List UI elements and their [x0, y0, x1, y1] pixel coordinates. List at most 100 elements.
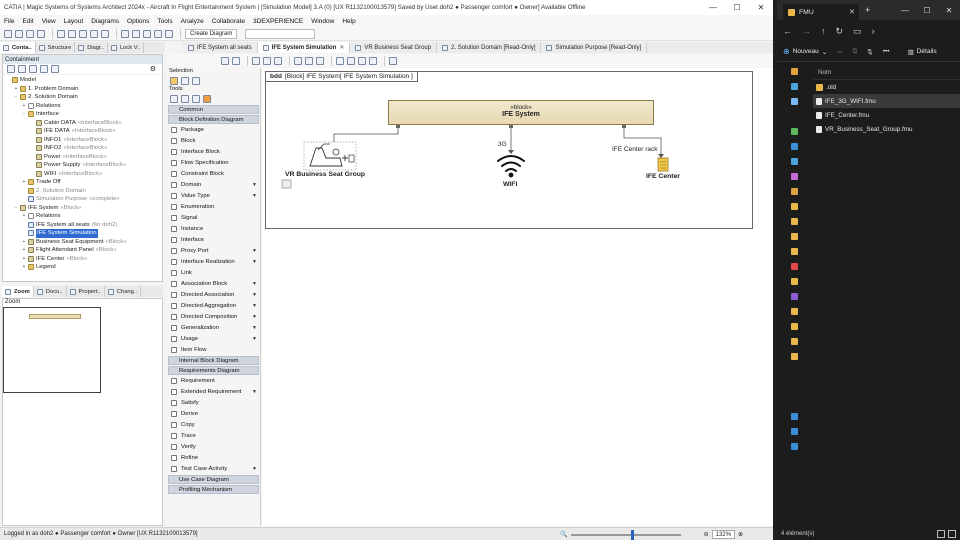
new-element-icon[interactable]: [18, 65, 26, 73]
diagram-tab[interactable]: IFE System Simulation ✕: [257, 42, 351, 53]
tree-node[interactable]: + Relations: [3, 102, 162, 111]
palette-item[interactable]: Generalization ▼: [167, 322, 260, 333]
nav-pane-item[interactable]: [777, 319, 811, 334]
nav-pane-item[interactable]: [777, 79, 811, 94]
close-icon[interactable]: ✕: [749, 0, 773, 15]
package-icon[interactable]: [29, 65, 37, 73]
dropdown-arrow-icon[interactable]: ▼: [252, 259, 257, 265]
palette-item[interactable]: Extended Requirement ▼: [167, 386, 260, 397]
new-project-icon[interactable]: [4, 29, 12, 38]
menu-collaborate[interactable]: Collaborate: [212, 18, 245, 25]
format-icon[interactable]: [203, 94, 211, 103]
dropdown-arrow-icon[interactable]: ▼: [252, 292, 257, 298]
expand-icon[interactable]: +: [21, 255, 27, 264]
dropdown-arrow-icon[interactable]: ▼: [252, 389, 257, 395]
palette-item[interactable]: Value Type ▼: [167, 190, 260, 201]
nav-pane-item[interactable]: [777, 364, 811, 379]
maximize-icon[interactable]: ☐: [916, 6, 938, 15]
palette-item[interactable]: Interface Block: [167, 146, 260, 157]
layout-icon[interactable]: [170, 94, 178, 103]
align-icon[interactable]: [181, 94, 189, 103]
dropdown-arrow-icon[interactable]: ▼: [252, 303, 257, 309]
tree-node[interactable]: IFE System Simulation: [3, 229, 162, 238]
nav-pane-item[interactable]: [777, 259, 811, 274]
nav-pane-item[interactable]: [777, 214, 811, 229]
copy-icon[interactable]: ⧉: [853, 48, 858, 56]
palette-group[interactable]: Block Definition Diagram: [168, 115, 259, 124]
marquee-icon[interactable]: [192, 76, 200, 85]
zoom-fit-icon[interactable]: [369, 56, 377, 65]
menu-edit[interactable]: Edit: [22, 18, 33, 25]
run-icon[interactable]: [143, 29, 151, 38]
browser-tab[interactable]: Conta..: [0, 42, 36, 53]
pointer-icon[interactable]: [170, 76, 178, 85]
play-icon[interactable]: [389, 56, 397, 65]
palette-item[interactable]: Enumeration: [167, 201, 260, 212]
expand-icon[interactable]: +: [21, 102, 27, 111]
palette-group[interactable]: Internal Block Diagram: [168, 356, 259, 365]
diagram-tab[interactable]: 2. Solution Domain [Read-Only]: [437, 42, 542, 53]
monitor-icon[interactable]: ▭: [853, 26, 862, 37]
nav-pane-item[interactable]: [777, 349, 811, 364]
palette-item[interactable]: Test Case Activity ▼: [167, 463, 260, 474]
expand-icon[interactable]: +: [21, 212, 27, 221]
tree-node[interactable]: - Interface: [3, 110, 162, 119]
nav-pane-item[interactable]: [777, 184, 811, 199]
server-rack-icon[interactable]: [657, 157, 669, 172]
menu-layout[interactable]: Layout: [64, 18, 84, 25]
explorer-tab[interactable]: FMU ✕: [783, 4, 859, 20]
nav-pane-item[interactable]: [777, 169, 811, 184]
palette-item[interactable]: Item Flow: [167, 344, 260, 355]
tree-node[interactable]: + Business Seat Equipment «Block»: [3, 238, 162, 247]
file-row[interactable]: IFE_Center.fmu: [813, 108, 960, 122]
details-view-icon[interactable]: [937, 529, 945, 538]
save-all-icon[interactable]: [37, 29, 45, 38]
tree-node[interactable]: INFO1 «InterfaceBlock»: [3, 136, 162, 145]
open-project-icon[interactable]: [15, 29, 23, 38]
nav-pane-item[interactable]: [777, 304, 811, 319]
diagram-tool-icon[interactable]: [232, 56, 240, 65]
undo-icon[interactable]: [57, 29, 65, 38]
paste-icon[interactable]: [101, 29, 109, 38]
tree-node[interactable]: INFO2 «InterfaceBlock»: [3, 144, 162, 153]
dropdown-arrow-icon[interactable]: ▼: [252, 325, 257, 331]
zoom-slider[interactable]: [570, 529, 681, 540]
expand-icon[interactable]: +: [21, 178, 27, 187]
nav-pane-item[interactable]: [777, 199, 811, 214]
chevron-right-icon[interactable]: ›: [872, 26, 875, 36]
menu-tools[interactable]: Tools: [157, 18, 172, 25]
zoom-minus-icon[interactable]: ⊖: [704, 531, 709, 538]
palette-item[interactable]: Association Block ▼: [167, 278, 260, 289]
zoom-level[interactable]: 132%: [711, 530, 735, 539]
tree-node[interactable]: Simulation Purpose «complete»: [3, 195, 162, 204]
cut-icon[interactable]: ✂: [837, 48, 842, 56]
palette-item[interactable]: Domain ▼: [167, 179, 260, 190]
ife-system-block[interactable]: «block» IFE System: [388, 100, 654, 125]
tree-node[interactable]: 2. Solution Domain: [3, 187, 162, 196]
palette-item[interactable]: Block: [167, 135, 260, 146]
diagram-canvas[interactable]: bdd [Block] IFE System[ IFE System Simula…: [262, 68, 773, 526]
nav-pane-item[interactable]: [777, 139, 811, 154]
palette-item[interactable]: Satisfy: [167, 397, 260, 408]
nav-pane-item[interactable]: [777, 289, 811, 304]
nav-pane-item[interactable]: [777, 64, 811, 79]
palette-item[interactable]: Refine: [167, 452, 260, 463]
expand-icon[interactable]: +: [21, 238, 27, 247]
tree-node[interactable]: - 2. Solution Domain: [3, 93, 162, 102]
zoom-out-icon[interactable]: 🔍: [560, 531, 567, 538]
expand-icon[interactable]: +: [13, 85, 19, 94]
bottom-tab[interactable]: Propert..: [67, 286, 105, 297]
palette-item[interactable]: Package: [167, 124, 260, 135]
tree-node[interactable]: + IFE Center «Block»: [3, 255, 162, 264]
vr-seat-icon[interactable]: [303, 141, 357, 171]
save-icon[interactable]: [26, 29, 34, 38]
gear-icon[interactable]: ⚙: [150, 65, 156, 73]
forward-arrow-icon[interactable]: →: [802, 26, 811, 36]
distribute-icon[interactable]: [192, 94, 200, 103]
expand-icon[interactable]: +: [21, 246, 27, 255]
diagram-frame[interactable]: bdd [Block] IFE System[ IFE System Simula…: [265, 71, 753, 229]
bottom-tab[interactable]: Zoom: [2, 286, 34, 297]
expand-icon[interactable]: +: [21, 263, 27, 272]
menu-analyze[interactable]: Analyze: [181, 18, 204, 25]
menu-options[interactable]: Options: [127, 18, 149, 25]
